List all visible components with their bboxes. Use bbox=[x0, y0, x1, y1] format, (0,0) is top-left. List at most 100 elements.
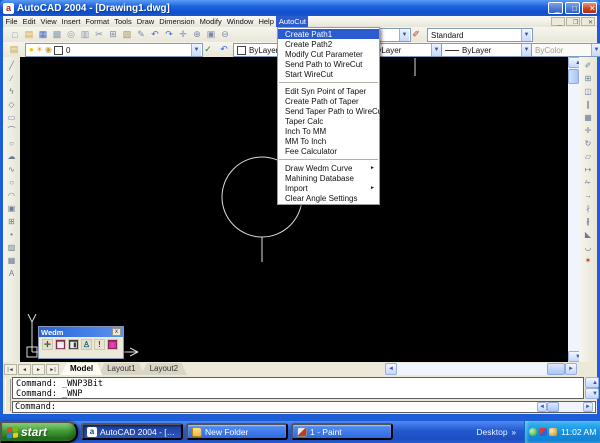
menubar-item[interactable]: File bbox=[3, 16, 20, 27]
menu-item[interactable]: Send Path to WireCut bbox=[278, 59, 379, 69]
chamfer-icon[interactable]: ◣ bbox=[582, 228, 595, 240]
chevron-down-icon[interactable]: ▼ bbox=[431, 44, 441, 56]
menu-item[interactable]: Taper Calc bbox=[278, 116, 379, 126]
menu-item[interactable]: Create Path1 bbox=[278, 29, 379, 39]
menubar-item[interactable]: Window bbox=[224, 16, 256, 27]
arc-icon[interactable]: ⌒ bbox=[5, 124, 18, 136]
ellipse-arc-icon[interactable]: ◠ bbox=[5, 189, 18, 201]
command-window-grip[interactable] bbox=[5, 379, 11, 411]
zoom-window-icon[interactable]: ▣ bbox=[204, 28, 218, 41]
wedm-tool-5-icon[interactable]: ! bbox=[94, 339, 105, 350]
vertical-scroll-thumb[interactable] bbox=[568, 69, 579, 84]
taskbar-task-button[interactable]: a AutoCAD 2004 - [Dra... bbox=[81, 423, 183, 440]
layout-tab[interactable]: Layout1 bbox=[98, 363, 144, 375]
fillet-icon[interactable]: ◡ bbox=[582, 241, 595, 253]
command-input-line[interactable]: Command: ◄ ► bbox=[12, 401, 596, 413]
menubar-item[interactable]: Edit bbox=[20, 16, 38, 27]
wedm-tool-3-icon[interactable]: ◧ bbox=[68, 339, 79, 350]
copy-icon[interactable]: ⊞ bbox=[106, 28, 120, 41]
scroll-down-icon[interactable]: ▼ bbox=[585, 388, 599, 399]
scroll-right-icon[interactable]: ► bbox=[565, 363, 577, 375]
text-style-combo[interactable]: Standard ▼ bbox=[427, 28, 533, 42]
tab-prev-button[interactable]: ◄ bbox=[18, 364, 31, 375]
construction-line-icon[interactable]: ∕ bbox=[5, 72, 18, 84]
mtext-icon[interactable]: A bbox=[5, 267, 18, 279]
rectangle-icon[interactable]: ▭ bbox=[5, 111, 18, 123]
publish-icon[interactable]: ▥ bbox=[78, 28, 92, 41]
layout-tab[interactable]: Layout2 bbox=[141, 363, 187, 375]
maximize-button[interactable]: □ bbox=[565, 2, 580, 14]
trim-icon[interactable]: ✁ bbox=[582, 176, 595, 188]
layout-tab[interactable]: Model bbox=[61, 363, 102, 375]
open-icon[interactable]: ▤ bbox=[22, 28, 36, 41]
zoom-realtime-icon[interactable]: ⊕ bbox=[190, 28, 204, 41]
menu-item[interactable]: Fee Calculator bbox=[278, 146, 379, 156]
make-block-icon[interactable]: ⊞ bbox=[5, 215, 18, 227]
tray-messenger-icon[interactable] bbox=[529, 428, 537, 436]
menubar-item[interactable]: Help bbox=[256, 16, 276, 27]
array-icon[interactable]: ▦ bbox=[582, 111, 595, 123]
layer-previous-icon[interactable]: ↶ bbox=[217, 43, 231, 56]
paste-icon[interactable]: ▧ bbox=[120, 28, 134, 41]
make-layer-current-icon[interactable]: ✓ bbox=[201, 43, 215, 56]
polyline-icon[interactable]: ϟ bbox=[5, 85, 18, 97]
canvas-horizontal-scrollbar[interactable]: ◄ ► bbox=[385, 363, 577, 375]
new-icon[interactable]: □ bbox=[8, 28, 22, 41]
mirror-icon[interactable]: ◫ bbox=[582, 85, 595, 97]
horizontal-scroll-thumb[interactable] bbox=[547, 402, 559, 412]
command-line-scrollbar[interactable]: ◄ ► bbox=[537, 402, 593, 412]
canvas-vertical-scrollbar[interactable]: ▲ ▼ bbox=[568, 57, 579, 362]
menu-item[interactable]: Edit Syn Point of Taper bbox=[278, 86, 379, 96]
ellipse-icon[interactable]: ○ bbox=[5, 176, 18, 188]
menubar-item[interactable]: View bbox=[38, 16, 59, 27]
menu-item[interactable]: Clear Angle Settings bbox=[278, 193, 379, 203]
erase-icon[interactable]: ✐ bbox=[582, 59, 595, 71]
chevron-right-icon[interactable]: » bbox=[512, 428, 516, 437]
command-history-scrollbar[interactable]: ▲ ▼ bbox=[585, 377, 596, 399]
tab-first-button[interactable]: |◄ bbox=[4, 364, 17, 375]
title-bar[interactable]: a AutoCAD 2004 - [Drawing1.dwg] _ □ ✕ bbox=[0, 0, 600, 16]
point-icon[interactable]: • bbox=[5, 228, 18, 240]
scroll-left-icon[interactable]: ◄ bbox=[385, 363, 397, 375]
wedm-floating-toolbar[interactable]: Wedm x ✛ ▦ ◧ ♙ ! ▣ bbox=[38, 326, 124, 359]
taskbar-task-button[interactable]: 1 - Paint bbox=[291, 423, 393, 440]
menu-item[interactable]: Create Path2 bbox=[278, 39, 379, 49]
start-button[interactable]: start bbox=[0, 421, 78, 443]
stretch-icon[interactable]: ↦ bbox=[582, 163, 595, 175]
line-icon[interactable]: ╱ bbox=[5, 59, 18, 71]
menubar-item[interactable]: Modify bbox=[197, 16, 224, 27]
spline-icon[interactable]: ∿ bbox=[5, 163, 18, 175]
layer-combo[interactable]: ● ☀ ◉ 0 ▼ bbox=[25, 43, 203, 57]
horizontal-scroll-thumb[interactable] bbox=[547, 363, 565, 375]
match-properties-icon[interactable]: ✎ bbox=[134, 28, 148, 41]
child-close-button[interactable]: ✕ bbox=[581, 17, 595, 26]
menu-item[interactable]: Modify Cut Parameter bbox=[278, 49, 379, 59]
dim-style-brush-icon[interactable]: ✐ bbox=[409, 28, 423, 41]
chevron-down-icon[interactable]: ▼ bbox=[399, 29, 409, 41]
save-icon[interactable]: ▦ bbox=[36, 28, 50, 41]
taskbar-task-button[interactable]: New Folder bbox=[186, 423, 288, 440]
explode-icon[interactable]: ✶ bbox=[582, 254, 595, 266]
menu-item[interactable]: Draw Wedm Curve ► bbox=[278, 163, 379, 173]
wedm-tool-2-icon[interactable]: ▦ bbox=[55, 339, 66, 350]
layer-manager-icon[interactable]: ▤ bbox=[7, 43, 21, 56]
wedm-tool-1-icon[interactable]: ✛ bbox=[42, 339, 53, 350]
menubar-item[interactable]: Draw bbox=[134, 16, 157, 27]
menu-item[interactable]: Start WireCut bbox=[278, 69, 379, 79]
polygon-icon[interactable]: ◇ bbox=[5, 98, 18, 110]
wedm-tool-4-icon[interactable]: ♙ bbox=[81, 339, 92, 350]
chevron-down-icon[interactable]: ▼ bbox=[521, 44, 531, 56]
plot-icon[interactable]: ▩ bbox=[50, 28, 64, 41]
zoom-previous-icon[interactable]: ⊖ bbox=[218, 28, 232, 41]
command-history[interactable]: Command: _WNP3BitCommand: _WNP bbox=[12, 377, 584, 399]
wedm-close-icon[interactable]: x bbox=[112, 328, 121, 336]
cut-icon[interactable]: ✂ bbox=[92, 28, 106, 41]
tray-volume-icon[interactable] bbox=[549, 428, 557, 436]
menubar-item[interactable]: Tools bbox=[112, 16, 135, 27]
hatch-icon[interactable]: ▨ bbox=[5, 241, 18, 253]
scroll-up-icon[interactable]: ▲ bbox=[585, 377, 599, 388]
child-restore-button[interactable]: ❐ bbox=[566, 17, 580, 26]
menu-item[interactable]: Mahining Database bbox=[278, 173, 379, 183]
break-at-point-icon[interactable]: ∤ bbox=[582, 202, 595, 214]
lineweight-control-combo[interactable]: ByLayer ▼ bbox=[441, 43, 533, 57]
